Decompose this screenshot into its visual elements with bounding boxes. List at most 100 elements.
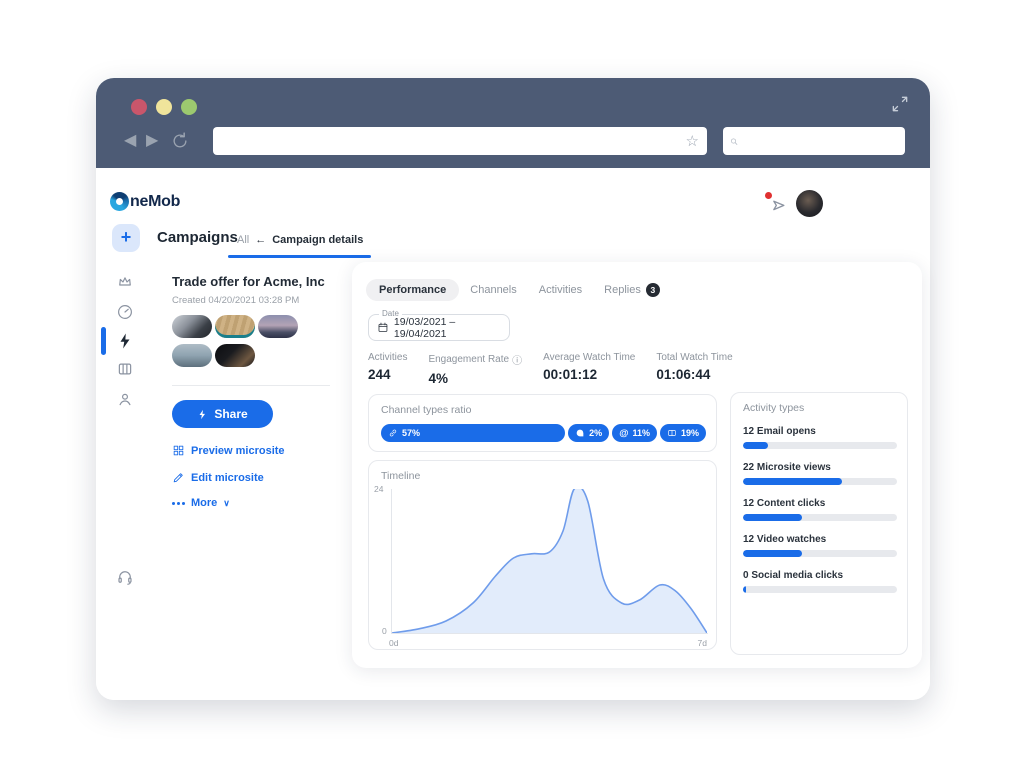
progress-track bbox=[743, 550, 897, 557]
date-field-label: Date bbox=[379, 309, 402, 318]
progress-track bbox=[743, 514, 897, 521]
activity-label: 12 Video watches bbox=[743, 534, 897, 545]
email-at-icon: @ bbox=[619, 428, 628, 439]
url-bar[interactable]: ☆ bbox=[213, 127, 707, 155]
tab-activities[interactable]: Activities bbox=[528, 279, 593, 301]
sidebar-active-indicator bbox=[101, 327, 106, 355]
maximize-window-button[interactable] bbox=[181, 99, 197, 115]
browser-window: ◀ ▶ ☆ neMob bbox=[96, 78, 930, 700]
campaign-created-date: Created 04/20/2021 03:28 PM bbox=[172, 295, 299, 306]
chevron-down-icon: ∨ bbox=[223, 498, 230, 509]
timeline-card: Timeline 24 0 0d 7d bbox=[368, 460, 717, 650]
tab-performance[interactable]: Performance bbox=[366, 279, 459, 301]
campaign-thumbnail-person-stairs[interactable] bbox=[172, 315, 212, 338]
minimize-window-button[interactable] bbox=[156, 99, 172, 115]
tab-channels[interactable]: Channels bbox=[459, 279, 527, 301]
search-icon bbox=[730, 134, 738, 149]
campaign-thumbnail-coast-dusk[interactable] bbox=[258, 315, 298, 338]
stat-total-watch-label: Total Watch Time bbox=[656, 352, 732, 363]
search-input[interactable] bbox=[738, 127, 905, 155]
progress-track bbox=[743, 442, 897, 449]
sidebar-headset-icon[interactable] bbox=[116, 568, 134, 586]
onemob-logo[interactable]: neMob bbox=[110, 192, 180, 211]
campaign-title: Trade offer for Acme, Inc bbox=[172, 274, 325, 289]
activity-item-email-opens: 12 Email opens bbox=[743, 426, 897, 449]
progress-fill bbox=[743, 550, 802, 557]
stat-avg-watch-label: Average Watch Time bbox=[543, 352, 635, 363]
sidebar-item-gauge-icon[interactable] bbox=[116, 303, 134, 321]
sidebar-item-bolt-icon[interactable] bbox=[116, 332, 134, 350]
user-avatar[interactable] bbox=[796, 190, 823, 217]
activity-item-video-watches: 12 Video watches bbox=[743, 534, 897, 557]
back-button[interactable]: ◀ bbox=[124, 125, 136, 157]
stat-avg-watch-time: Average Watch Time 00:01:12 bbox=[543, 352, 635, 386]
preview-microsite-link[interactable]: Preview microsite bbox=[172, 444, 285, 457]
stat-activities: Activities 244 bbox=[368, 352, 407, 386]
create-new-button[interactable]: + bbox=[112, 224, 140, 252]
info-icon[interactable]: ⓘ bbox=[512, 352, 522, 367]
sidebar-item-crown-icon[interactable] bbox=[116, 273, 134, 291]
progress-track bbox=[743, 478, 897, 485]
breadcrumb-back-arrow-icon[interactable]: ← bbox=[255, 234, 266, 246]
activity-item-microsite-views: 22 Microsite views bbox=[743, 462, 897, 485]
segment-email-label: 11% bbox=[632, 428, 650, 438]
reload-button[interactable] bbox=[170, 131, 190, 151]
close-window-button[interactable] bbox=[131, 99, 147, 115]
x-axis-start-tick: 0d bbox=[389, 638, 398, 648]
expand-window-icon[interactable] bbox=[890, 94, 910, 114]
embed-card-icon bbox=[667, 428, 677, 438]
tab-activities-label: Activities bbox=[539, 284, 582, 296]
segment-sms[interactable]: 2% bbox=[568, 424, 609, 442]
campaign-thumbnail-city-night[interactable] bbox=[215, 344, 255, 367]
share-bolt-icon bbox=[197, 409, 208, 420]
page: ◀ ▶ ☆ neMob bbox=[0, 0, 1024, 780]
stat-total-watch-time: Total Watch Time 01:06:44 bbox=[656, 352, 732, 386]
notification-dot bbox=[765, 192, 772, 199]
share-button[interactable]: Share bbox=[172, 400, 273, 428]
activity-types-list: 12 Email opens 22 Microsite views 12 Con… bbox=[743, 426, 897, 606]
channel-ratio-title: Channel types ratio bbox=[381, 404, 471, 416]
detail-tabs: Performance Channels Activities Replies … bbox=[366, 278, 671, 302]
window-controls bbox=[131, 99, 197, 115]
activity-item-social-clicks: 0 Social media clicks bbox=[743, 570, 897, 593]
campaign-thumbnail-pier-ocean[interactable] bbox=[172, 344, 212, 367]
stat-engagement-value: 4% bbox=[428, 371, 522, 386]
date-range-field[interactable]: Date 19/03/2021 – 19/04/2021 bbox=[368, 314, 510, 341]
tab-replies-label: Replies bbox=[604, 284, 641, 296]
onemob-wordmark: neMob bbox=[130, 193, 180, 211]
edit-pencil-icon bbox=[172, 471, 185, 484]
tab-replies[interactable]: Replies 3 bbox=[593, 278, 671, 302]
segment-sms-label: 2% bbox=[589, 428, 602, 438]
more-actions-link[interactable]: More ∨ bbox=[172, 497, 230, 509]
sidebar-item-cards-icon[interactable] bbox=[116, 360, 134, 378]
sms-bubble-icon bbox=[575, 428, 585, 438]
activity-item-content-clicks: 12 Content clicks bbox=[743, 498, 897, 521]
campaign-thumbnail-sand-pattern[interactable] bbox=[215, 315, 255, 338]
activity-label: 12 Content clicks bbox=[743, 498, 897, 509]
y-axis-min-tick: 0 bbox=[382, 626, 387, 636]
breadcrumb-all[interactable]: All bbox=[237, 234, 249, 246]
activity-label: 0 Social media clicks bbox=[743, 570, 897, 581]
stat-activities-value: 244 bbox=[368, 367, 407, 382]
edit-microsite-link[interactable]: Edit microsite bbox=[172, 471, 264, 484]
stat-activities-label: Activities bbox=[368, 352, 407, 363]
segment-embed[interactable]: 19% bbox=[660, 424, 706, 442]
segment-email[interactable]: @ 11% bbox=[612, 424, 657, 442]
browser-chrome: ◀ ▶ ☆ bbox=[96, 78, 930, 168]
edit-microsite-label: Edit microsite bbox=[191, 472, 264, 484]
bookmark-star-icon[interactable]: ☆ bbox=[678, 132, 707, 150]
forward-button[interactable]: ▶ bbox=[146, 125, 158, 157]
search-bar[interactable] bbox=[723, 127, 905, 155]
sidebar-item-person-icon[interactable] bbox=[116, 390, 134, 408]
stats-row: Activities 244 Engagement Rateⓘ 4% Avera… bbox=[368, 352, 733, 386]
notification-cursor-icon[interactable] bbox=[768, 195, 788, 215]
activity-label: 12 Email opens bbox=[743, 426, 897, 437]
preview-grid-icon bbox=[172, 444, 185, 457]
url-input[interactable] bbox=[213, 127, 678, 155]
segment-embed-label: 19% bbox=[681, 428, 699, 438]
breadcrumb-underline bbox=[228, 255, 371, 258]
progress-fill bbox=[743, 442, 768, 449]
campaign-details-card: Performance Channels Activities Replies … bbox=[352, 262, 922, 668]
segment-link[interactable]: 57% bbox=[381, 424, 565, 442]
progress-fill bbox=[743, 514, 802, 521]
